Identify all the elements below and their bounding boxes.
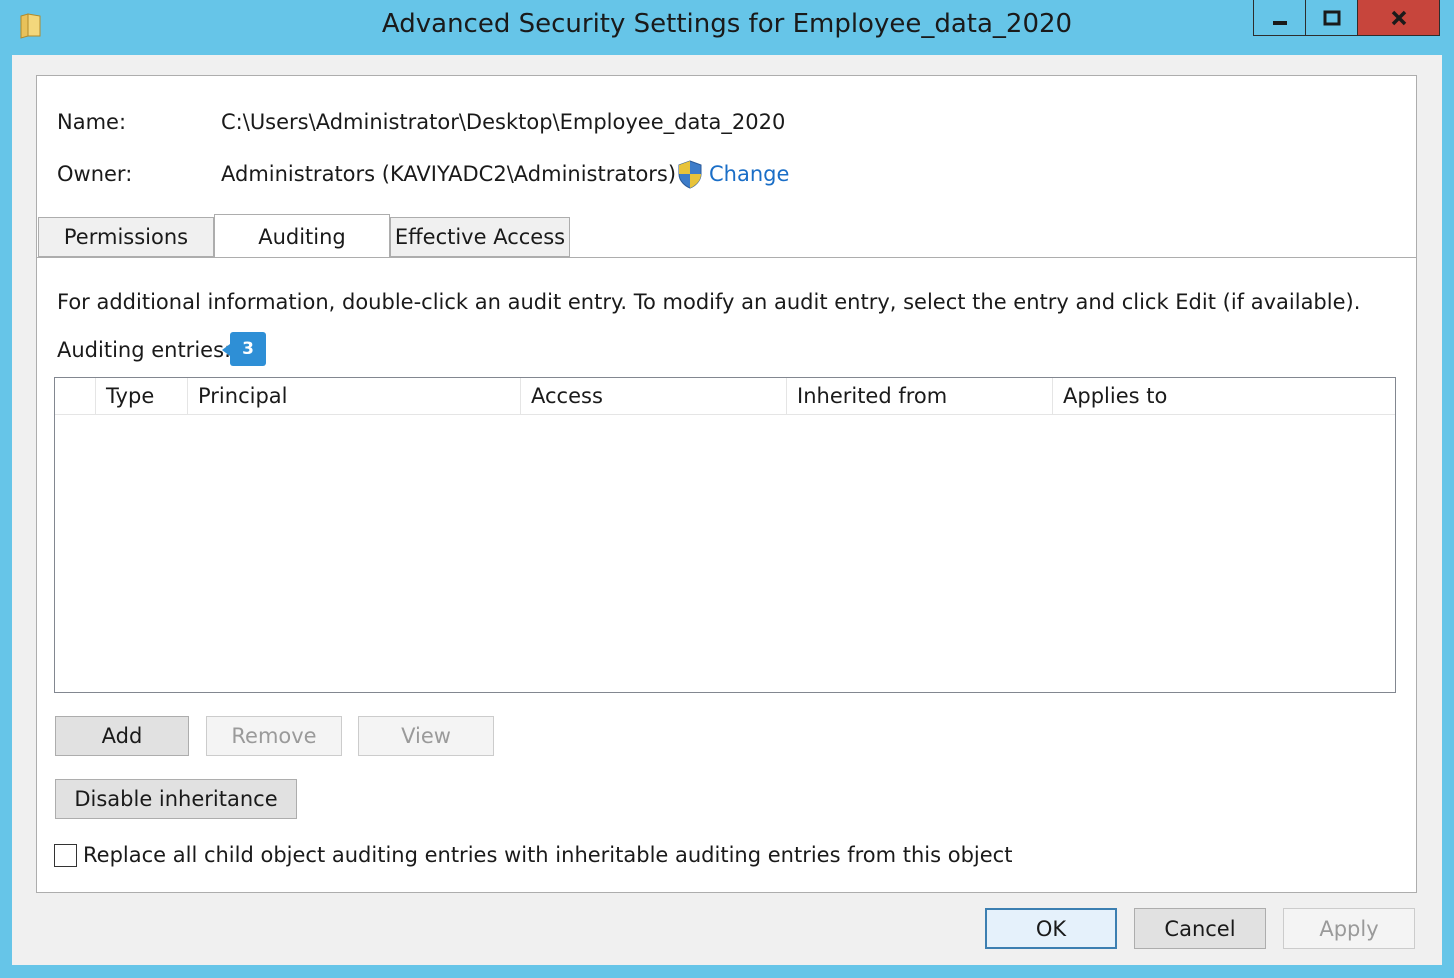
close-button[interactable] (1357, 0, 1440, 36)
column-header-principal[interactable]: Principal (187, 378, 520, 414)
column-header-inherited-from[interactable]: Inherited from (786, 378, 1052, 414)
uac-shield-icon (678, 160, 702, 189)
remove-button[interactable]: Remove (206, 716, 342, 756)
column-header-applies-to[interactable]: Applies to (1052, 378, 1395, 414)
owner-value: Administrators (KAVIYADC2\Administrators… (221, 162, 677, 186)
change-owner-link[interactable]: Change (709, 162, 789, 186)
disable-inheritance-button[interactable]: Disable inheritance (55, 779, 297, 819)
dialog-content: Name: C:\Users\Administrator\Desktop\Emp… (12, 55, 1442, 965)
list-header: Type Principal Access Inherited from App… (55, 378, 1395, 415)
settings-panel: Name: C:\Users\Administrator\Desktop\Emp… (36, 75, 1417, 893)
callout-badge: 3 (222, 332, 266, 366)
tab-effective-access[interactable]: Effective Access (390, 217, 570, 257)
name-label: Name: (57, 110, 127, 134)
auditing-entries-list[interactable]: Type Principal Access Inherited from App… (54, 377, 1396, 693)
tab-permissions[interactable]: Permissions (38, 217, 214, 257)
name-value: C:\Users\Administrator\Desktop\Employee_… (221, 110, 786, 134)
column-header-icon[interactable] (55, 378, 95, 414)
owner-label: Owner: (57, 162, 133, 186)
security-settings-window: Advanced Security Settings for Employee_… (0, 0, 1454, 978)
close-icon (1391, 10, 1406, 25)
maximize-icon (1323, 10, 1340, 25)
title-bar[interactable]: Advanced Security Settings for Employee_… (0, 0, 1454, 54)
tab-auditing[interactable]: Auditing (214, 214, 390, 258)
ok-button[interactable]: OK (985, 908, 1117, 949)
apply-button[interactable]: Apply (1283, 908, 1415, 949)
view-button[interactable]: View (358, 716, 494, 756)
auditing-instructions: For additional information, double-click… (57, 290, 1361, 314)
column-header-access[interactable]: Access (520, 378, 786, 414)
auditing-entries-label: Auditing entries: (57, 338, 232, 362)
minimize-icon (1273, 20, 1287, 25)
tab-strip-border (37, 257, 1416, 258)
add-button[interactable]: Add (55, 716, 189, 756)
replace-child-entries-label[interactable]: Replace all child object auditing entrie… (83, 843, 1012, 867)
minimize-button[interactable] (1253, 0, 1306, 36)
window-title: Advanced Security Settings for Employee_… (381, 9, 1073, 39)
cancel-button[interactable]: Cancel (1134, 908, 1266, 949)
maximize-button[interactable] (1305, 0, 1357, 36)
column-header-type[interactable]: Type (95, 378, 187, 414)
replace-child-entries-checkbox[interactable] (54, 844, 77, 867)
